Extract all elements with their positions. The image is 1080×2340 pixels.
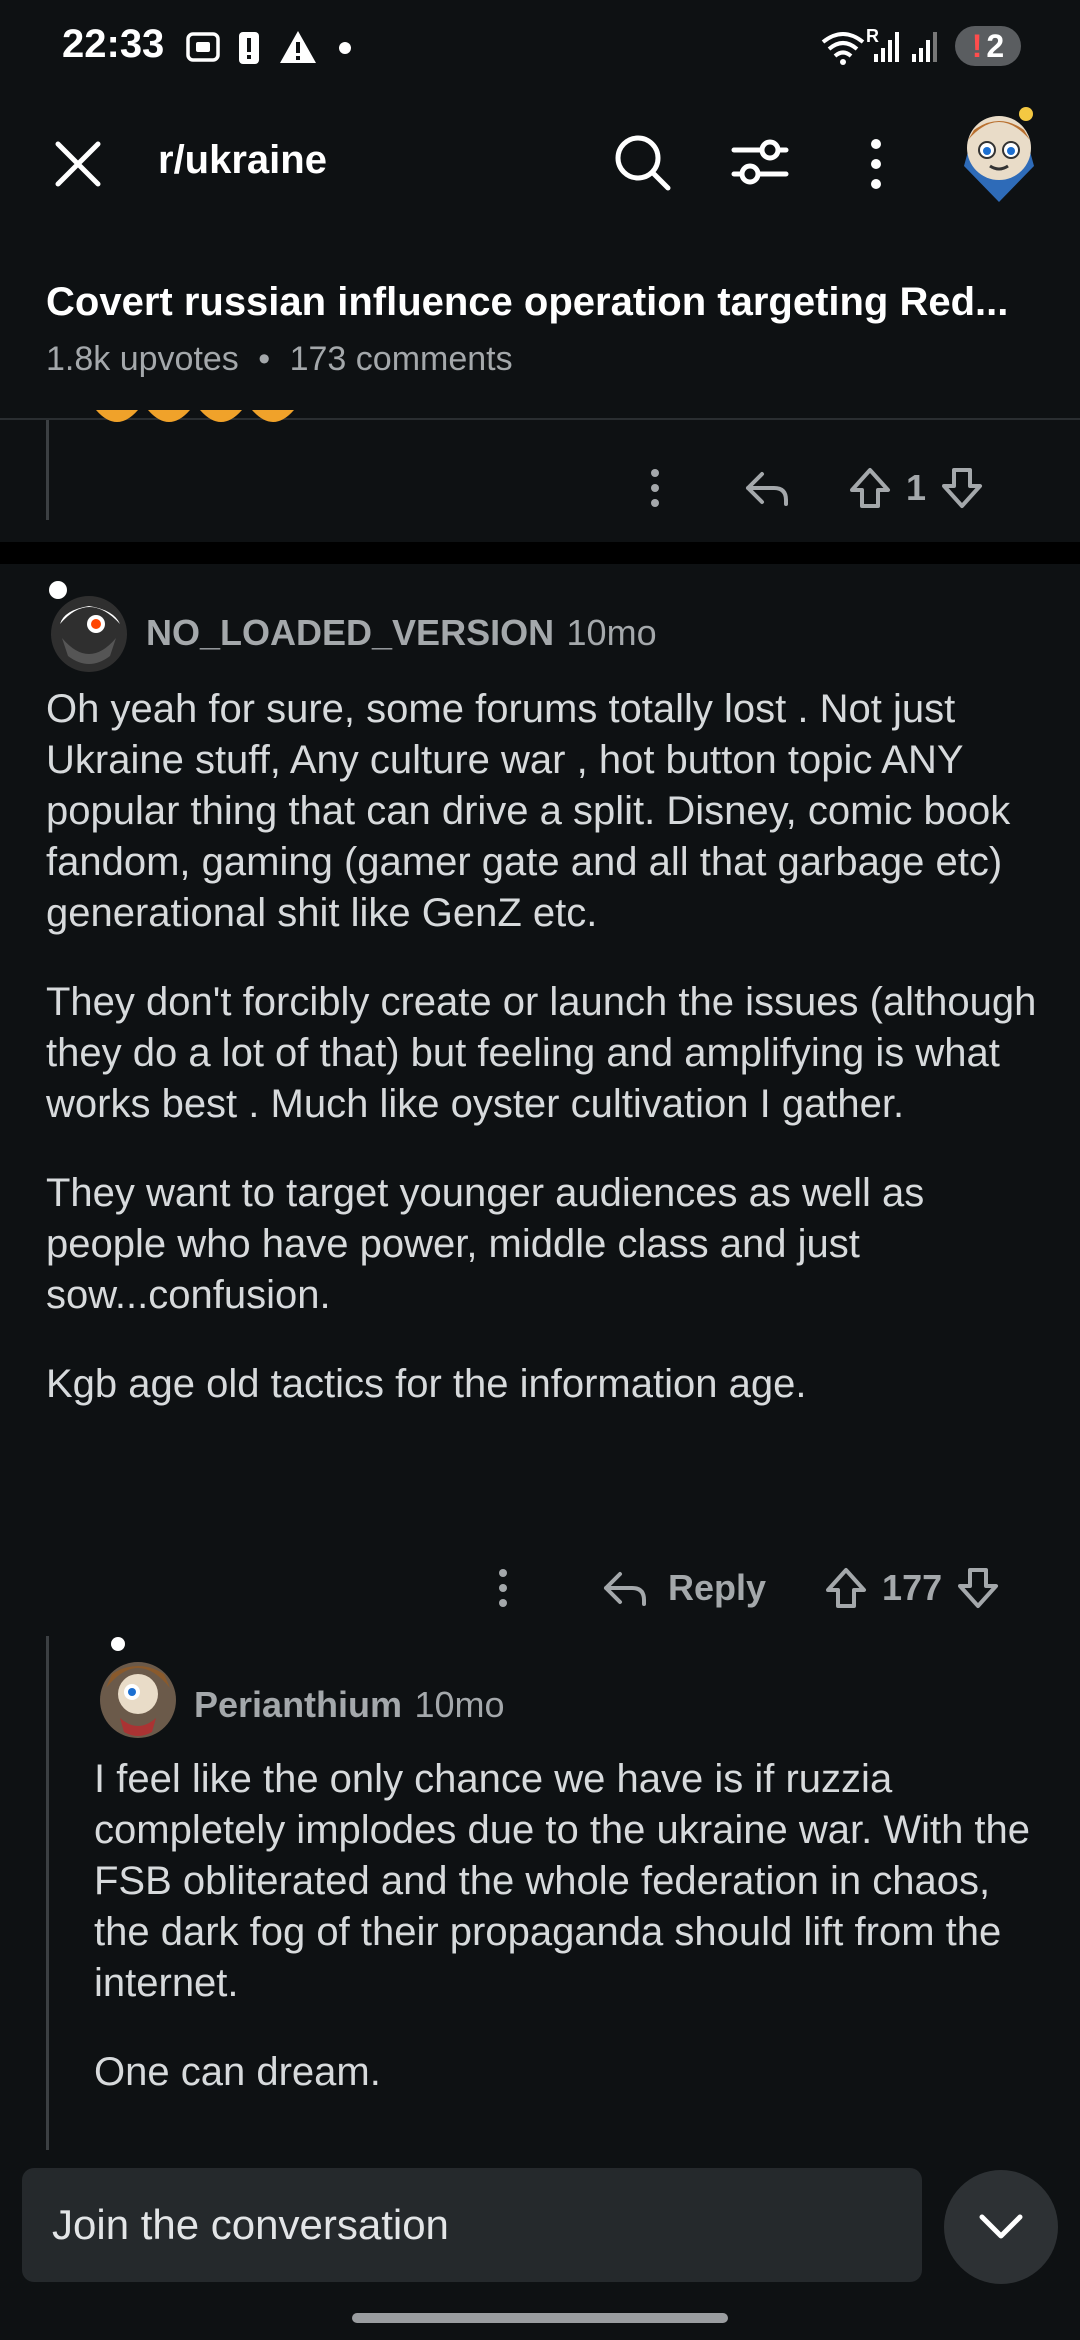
badge-count: 2 [986, 27, 1005, 64]
comment-paragraph: I feel like the only chance we have is i… [94, 1757, 1031, 2005]
badge-alert: ! [971, 27, 983, 64]
more-vertical-icon[interactable] [648, 468, 662, 508]
vote-count: 177 [882, 1567, 943, 1608]
wifi-icon [820, 28, 866, 66]
downvote-icon[interactable] [956, 1566, 1000, 1610]
warning-icon [278, 28, 318, 66]
status-bar: 22:33 R ! 2 [0, 0, 1080, 96]
avatar[interactable] [94, 1634, 180, 1744]
collapse-thread-button[interactable] [944, 2170, 1058, 2284]
search-icon[interactable] [612, 132, 674, 194]
comment-age: 10mo [414, 1684, 505, 1725]
join-conversation-input[interactable] [22, 2168, 922, 2282]
upvote-icon[interactable] [824, 1566, 868, 1610]
comment-username[interactable]: NO_LOADED_VERSION [146, 612, 554, 653]
comment-separator [0, 542, 1080, 564]
comment-header: NO_LOADED_VERSION 10mo [146, 612, 657, 654]
comment-username[interactable]: Perianthium [194, 1684, 402, 1725]
close-icon[interactable] [50, 136, 106, 192]
battery-alert-icon [236, 28, 262, 66]
chevron-down-icon [978, 2213, 1024, 2241]
sort-filter-icon[interactable] [730, 134, 790, 190]
downvote-icon[interactable] [940, 466, 984, 510]
notification-dot-icon [339, 42, 351, 54]
home-indicator[interactable] [352, 2313, 728, 2323]
more-vertical-icon[interactable] [866, 138, 886, 190]
post-meta: 1.8k upvotes • 173 comments [46, 340, 513, 379]
comment-paragraph: One can dream. [94, 2050, 381, 2094]
post-upvotes: 1.8k upvotes [46, 340, 239, 378]
subreddit-name[interactable]: r/ukraine [158, 138, 327, 183]
comment-age: 10mo [566, 612, 657, 653]
reply-icon[interactable] [744, 468, 790, 508]
meta-separator: • [258, 340, 271, 378]
reply-label: Reply [668, 1567, 767, 1608]
status-time: 22:33 [62, 22, 165, 66]
prev-comment-actions: 1 [648, 466, 984, 510]
signal-icon-2 [910, 28, 940, 66]
post-title[interactable]: Covert russian influence operation targe… [46, 280, 1036, 325]
vote-count: 1 [906, 467, 927, 508]
emoji-reactions [92, 410, 302, 430]
thread-line [46, 420, 49, 520]
notification-badge: ! 2 [955, 26, 1021, 66]
upvote-icon[interactable] [848, 466, 892, 510]
comment-header: Perianthium 10mo [194, 1684, 505, 1726]
avatar[interactable] [44, 578, 130, 674]
comment-body: I feel like the only chance we have is i… [94, 1754, 1054, 2136]
screenshot-icon [184, 28, 222, 66]
comment-paragraph: They want to target younger audiences as… [46, 1171, 925, 1317]
user-avatar[interactable] [954, 104, 1044, 208]
post-comment-count: 173 comments [289, 340, 513, 378]
comment-actions: Reply 177 [496, 1566, 1000, 1610]
signal-icon-1 [872, 28, 902, 66]
reply-icon [602, 1568, 648, 1608]
thread-line [46, 1636, 49, 2156]
comment-body: Oh yeah for sure, some forums totally lo… [46, 684, 1046, 1448]
more-vertical-icon[interactable] [496, 1568, 510, 1608]
reply-button[interactable]: Reply [602, 1567, 766, 1609]
comment-paragraph: Kgb age old tactics for the information … [46, 1362, 807, 1406]
comment-paragraph: Oh yeah for sure, some forums totally lo… [46, 687, 1011, 935]
comment-paragraph: They don't forcibly create or launch the… [46, 980, 1037, 1126]
